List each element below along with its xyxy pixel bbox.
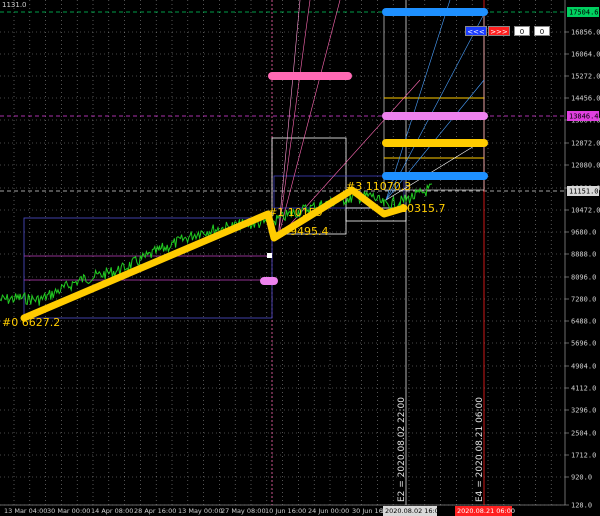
time-tick-label: 30 Mar 00:00: [47, 507, 90, 515]
price-tick-label: 2504.0: [571, 430, 596, 438]
time-tick-label: 27 May 08:00: [221, 507, 266, 515]
time-tick-label: 13 May 00:00: [178, 507, 223, 515]
wave-label: #0 6627.2: [2, 316, 60, 329]
time-highlight-e2-label: 2020.08.02 16:00: [385, 507, 443, 515]
price-tick-label: 7280.0: [571, 296, 596, 304]
wave-labels: #0 6627.2 #1 10159 9495.4 #3 11070.3 10315.7: [2, 180, 446, 329]
prev-button[interactable]: <<<: [465, 26, 487, 36]
target-levels[interactable]: [260, 8, 488, 285]
price-tick-label: 4904.0: [571, 363, 596, 371]
price-tick-label: 12872.0: [571, 140, 600, 148]
price-tick-label: 8096.0: [571, 274, 596, 282]
price-tick-label: 15272.0: [571, 73, 600, 81]
price-tick-label: 10472.0: [571, 207, 600, 215]
time-highlight-e4-label: 2020.08.21 06:00: [457, 507, 515, 515]
fan-line: [277, 0, 311, 239]
fan-line: [277, 0, 301, 239]
next-button[interactable]: >>>: [488, 26, 510, 36]
time-axis: 13 Mar 04:00 30 Mar 00:00 14 Apr 08:00 28 A…: [0, 506, 566, 516]
price-tick-label: 8888.0: [571, 251, 596, 259]
vline-label: E2 = 2020.08.02 22:00: [397, 397, 407, 502]
price-badge-label: 13846.4: [569, 113, 599, 121]
price-tick-label: 1712.0: [571, 452, 596, 460]
value-field-1[interactable]: 0: [514, 26, 530, 36]
price-tick-label: 12080.0: [571, 162, 600, 170]
price-tick-label: 14456.0: [571, 95, 600, 103]
time-tick-label: 24 Jun 00:00: [308, 507, 349, 515]
wave-label: #1 10159: [268, 206, 323, 219]
vertical-line-labels: E2 = 2020.08.02 22:00 E4 = 2020.08.21 06:…: [397, 397, 485, 502]
time-tick-label: 10 Jun 16:00: [265, 507, 306, 515]
price-tick-label: 16856.0: [571, 29, 600, 37]
price-tick-label: 5696.0: [571, 340, 596, 348]
price-tick-label: 4112.0: [571, 385, 596, 393]
corner-price-label: 1131.0: [2, 1, 27, 9]
wave-label: 9495.4: [290, 225, 329, 238]
price-axis: 16856.016064.015272.014456.013664.012872…: [565, 0, 600, 516]
price-chart[interactable]: #0 6627.2 #1 10159 9495.4 #3 11070.3 10315.7…: [0, 0, 600, 516]
wave-label: 10315.7: [400, 202, 446, 215]
price-tick-label: 9680.0: [571, 229, 596, 237]
price-tick-label: 16064.0: [571, 51, 600, 59]
marker-square: [267, 253, 272, 258]
price-tick-label: 3296.0: [571, 407, 596, 415]
vline-label: E4 = 2020.08.21 06:00: [475, 397, 485, 502]
box-projection: [383, 11, 485, 191]
price-tick-label: 128.0: [571, 502, 592, 510]
wave-label: #3 11070.3: [346, 180, 411, 193]
value-field-2[interactable]: 0: [534, 26, 550, 36]
price-badge-label: 17504.6: [569, 9, 599, 17]
time-tick-label: 28 Apr 16:00: [134, 507, 176, 515]
price-badge-label: 11151.0: [569, 188, 599, 196]
price-tick-label: 6488.0: [571, 318, 596, 326]
time-tick-label: 14 Apr 08:00: [91, 507, 133, 515]
price-tick-label: 920.0: [571, 474, 592, 482]
time-tick-label: 13 Mar 04:00: [4, 507, 47, 515]
